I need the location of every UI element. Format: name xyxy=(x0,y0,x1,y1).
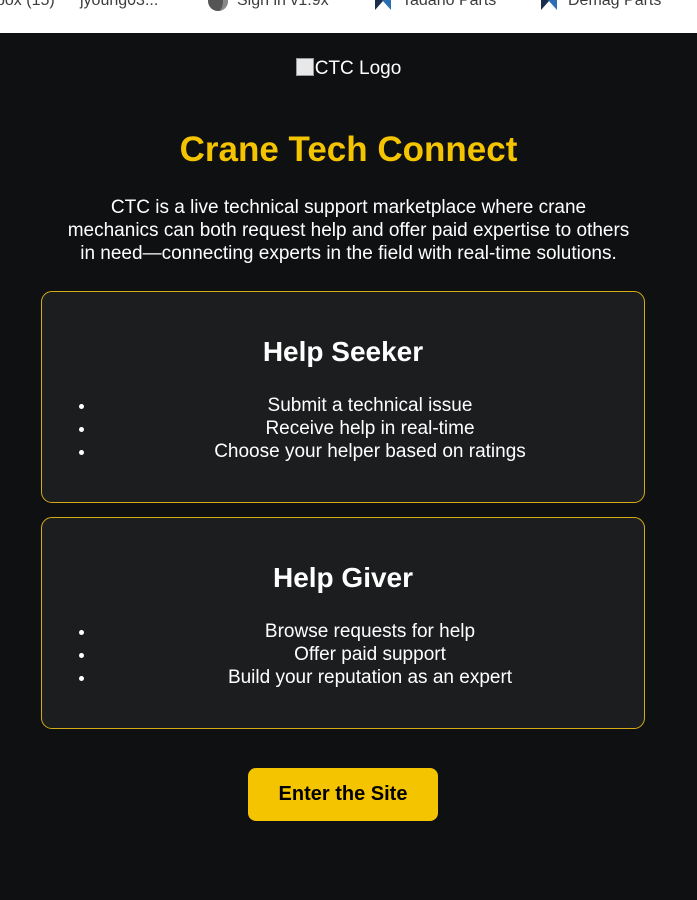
bookmark-inbox[interactable]: box (15) xyxy=(0,0,55,12)
logo-alt-text: CTC Logo xyxy=(314,58,402,79)
list-item: Receive help in real-time xyxy=(96,417,644,440)
help-giver-card: Help Giver Browse requests for help Offe… xyxy=(41,517,645,729)
feature-list: Browse requests for help Offer paid supp… xyxy=(42,620,644,689)
card-title: Help Seeker xyxy=(262,336,424,367)
flag-icon xyxy=(372,0,394,12)
intro-text: CTC is a live technical support marketpl… xyxy=(40,196,657,265)
page-title: Crane Tech Connect xyxy=(179,130,518,169)
list-item: Offer paid support xyxy=(96,643,644,666)
bookmark-label: jyoung03... xyxy=(80,0,159,9)
help-seeker-card: Help Seeker Submit a technical issue Rec… xyxy=(41,291,645,503)
bookmark-sign-in[interactable]: Sign in v1.9x xyxy=(207,0,329,12)
list-item: Browse requests for help xyxy=(96,620,644,643)
feature-list: Submit a technical issue Receive help in… xyxy=(42,394,644,463)
bookmarks-bar: box (15) jyoung03... Sign in v1.9x Tadan… xyxy=(0,0,697,33)
broken-image-icon xyxy=(295,58,314,76)
bookmark-account[interactable]: jyoung03... xyxy=(80,0,158,12)
list-item: Build your reputation as an expert xyxy=(96,666,644,689)
bookmark-tadano-parts[interactable]: Tadano Parts xyxy=(372,0,496,12)
list-item: Choose your helper based on ratings xyxy=(96,440,644,463)
intro-line: CTC is a live technical support marketpl… xyxy=(110,197,587,218)
bookmark-label: Demag Parts xyxy=(568,0,662,9)
bookmark-label: box (15) xyxy=(0,0,55,9)
enter-site-button[interactable]: Enter the Site xyxy=(248,768,438,821)
bookmark-label: Sign in v1.9x xyxy=(237,0,329,9)
globe-icon xyxy=(207,0,229,12)
bookmark-label: Tadano Parts xyxy=(402,0,497,9)
ctc-logo: CTC Logo xyxy=(0,58,697,80)
list-item: Submit a technical issue xyxy=(96,394,644,417)
intro-line: in need—connecting experts in the field … xyxy=(80,243,617,264)
bookmark-demag-parts[interactable]: Demag Parts xyxy=(538,0,661,12)
intro-line: mechanics can both request help and offe… xyxy=(67,220,630,241)
card-title: Help Giver xyxy=(272,562,414,593)
flag-icon xyxy=(538,0,560,12)
